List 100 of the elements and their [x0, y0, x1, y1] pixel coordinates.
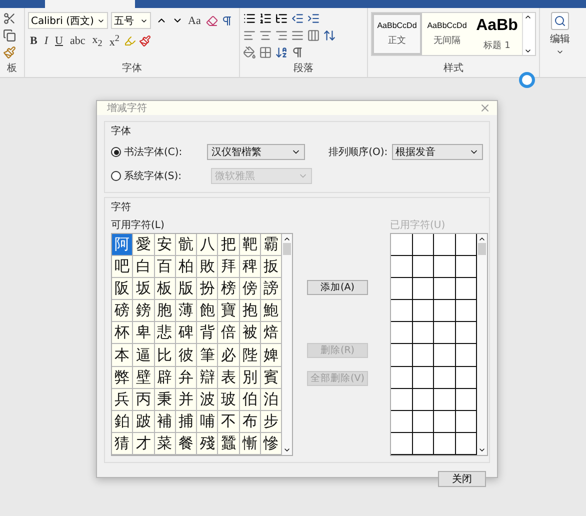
empty-grid-cell[interactable] [391, 300, 412, 322]
empty-grid-cell[interactable] [434, 322, 456, 344]
scroll-up-icon[interactable] [524, 13, 532, 21]
empty-grid-cell[interactable] [412, 432, 434, 455]
character-cell[interactable]: 蠶 [218, 432, 240, 455]
align-center-icon[interactable] [259, 29, 272, 42]
empty-grid-cell[interactable] [434, 388, 456, 411]
character-cell[interactable]: 靶 [240, 234, 262, 256]
indent-decrease-icon[interactable] [291, 12, 304, 25]
character-cell[interactable]: 波 [197, 388, 218, 411]
action-button[interactable]: 添加(A) [307, 280, 368, 295]
character-cell[interactable]: 阪 [112, 278, 134, 300]
paintbrush-icon[interactable] [3, 46, 16, 59]
character-cell[interactable]: 彼 [176, 344, 198, 367]
radio-button[interactable] [111, 147, 121, 157]
empty-grid-cell[interactable] [391, 256, 412, 278]
change-case-button[interactable]: Aa [186, 14, 203, 26]
character-cell[interactable]: 表 [218, 366, 240, 389]
borders-icon[interactable] [259, 46, 272, 59]
empty-grid-cell[interactable] [412, 410, 434, 433]
character-cell[interactable]: 榜 [218, 278, 240, 300]
character-cell[interactable]: 布 [240, 410, 262, 433]
justify-icon[interactable] [291, 29, 304, 42]
empty-grid-cell[interactable] [391, 234, 412, 256]
character-cell[interactable]: 胞 [154, 300, 176, 322]
character-cell[interactable]: 愛 [133, 234, 155, 256]
character-cell[interactable]: 磅 [112, 300, 134, 322]
character-cell[interactable]: 鉑 [112, 410, 134, 433]
character-cell[interactable]: 秉 [154, 388, 176, 411]
empty-grid-cell[interactable] [391, 278, 412, 300]
character-cell[interactable]: 弊 [112, 366, 134, 389]
line-spacing-icon[interactable] [323, 29, 336, 42]
character-cell[interactable]: 補 [154, 410, 176, 433]
character-cell[interactable]: 板 [154, 278, 176, 300]
scroll-thumb[interactable] [283, 243, 292, 255]
style-item[interactable]: AaBbCcDd 正文 [372, 13, 422, 55]
character-cell[interactable]: 版 [176, 278, 198, 300]
character-cell[interactable]: 玻 [218, 388, 240, 411]
font-name-field[interactable]: Calibri (西文) [28, 12, 108, 29]
character-cell[interactable]: 慘 [261, 432, 282, 455]
empty-grid-cell[interactable] [434, 432, 456, 455]
character-cell[interactable]: 餐 [176, 432, 198, 455]
character-cell[interactable]: 賓 [261, 366, 282, 389]
character-cell[interactable]: 霸 [261, 234, 282, 256]
character-cell[interactable]: 哺 [197, 410, 218, 433]
character-cell[interactable]: 別 [240, 366, 262, 389]
character-cell[interactable]: 筆 [197, 344, 218, 367]
character-cell[interactable]: 比 [154, 344, 176, 367]
character-cell[interactable]: 飽 [197, 300, 218, 322]
pilcrow-icon[interactable] [291, 46, 304, 59]
bullet-list-icon[interactable] [243, 12, 256, 25]
empty-grid-cell[interactable] [391, 366, 412, 389]
empty-grid-cell[interactable] [434, 278, 456, 300]
character-cell[interactable]: 步 [261, 410, 282, 433]
empty-grid-cell[interactable] [434, 234, 456, 256]
character-cell[interactable]: 陛 [240, 344, 262, 367]
empty-grid-cell[interactable] [434, 344, 456, 367]
empty-grid-cell[interactable] [434, 300, 456, 322]
character-cell[interactable]: 杯 [112, 322, 134, 344]
align-right-icon[interactable] [275, 29, 288, 42]
character-cell[interactable]: 把 [218, 234, 240, 256]
character-cell[interactable]: 才 [133, 432, 155, 455]
format-button[interactable]: B [28, 34, 40, 47]
columns-icon[interactable] [307, 29, 320, 42]
cut-icon[interactable] [3, 12, 16, 25]
character-cell[interactable]: 坂 [133, 278, 155, 300]
empty-grid-cell[interactable] [412, 278, 434, 300]
scroll-thumb[interactable] [478, 243, 486, 255]
character-cell[interactable]: 丙 [133, 388, 155, 411]
format-button[interactable]: x$_{2}$ [90, 34, 104, 48]
empty-grid-cell[interactable] [412, 300, 434, 322]
character-cell[interactable]: 柏 [176, 256, 198, 278]
character-cell[interactable]: 吧 [112, 256, 134, 278]
character-cell[interactable]: 骯 [176, 234, 198, 256]
character-cell[interactable]: 扳 [261, 256, 282, 278]
character-cell[interactable]: 謗 [261, 278, 282, 300]
character-cell[interactable]: 阿 [112, 234, 134, 256]
character-cell[interactable]: 兵 [112, 388, 134, 411]
empty-grid-cell[interactable] [434, 410, 456, 433]
character-cell[interactable]: 扮 [197, 278, 218, 300]
indent-increase-icon[interactable] [307, 12, 320, 25]
character-cell[interactable]: 逼 [133, 344, 155, 367]
scroll-up-icon[interactable] [283, 235, 292, 243]
character-cell[interactable]: 不 [218, 410, 240, 433]
character-cell[interactable]: 并 [176, 388, 198, 411]
character-cell[interactable]: 寶 [218, 300, 240, 322]
scroll-down-icon[interactable] [283, 446, 292, 454]
character-cell[interactable]: 拜 [218, 256, 240, 278]
more-icon[interactable] [524, 47, 532, 55]
character-cell[interactable]: 安 [154, 234, 176, 256]
copy-icon[interactable] [3, 29, 16, 42]
character-cell[interactable]: 稗 [240, 256, 262, 278]
character-cell[interactable]: 菜 [154, 432, 176, 455]
empty-grid-cell[interactable] [412, 366, 434, 389]
character-cell[interactable]: 鮑 [261, 300, 282, 322]
empty-grid-cell[interactable] [434, 366, 456, 389]
character-cell[interactable]: 本 [112, 344, 134, 367]
character-cell[interactable]: 百 [154, 256, 176, 278]
numbered-list-icon[interactable] [259, 12, 272, 25]
style-item[interactable]: AaBbCcDd 无间隔 [422, 13, 472, 55]
